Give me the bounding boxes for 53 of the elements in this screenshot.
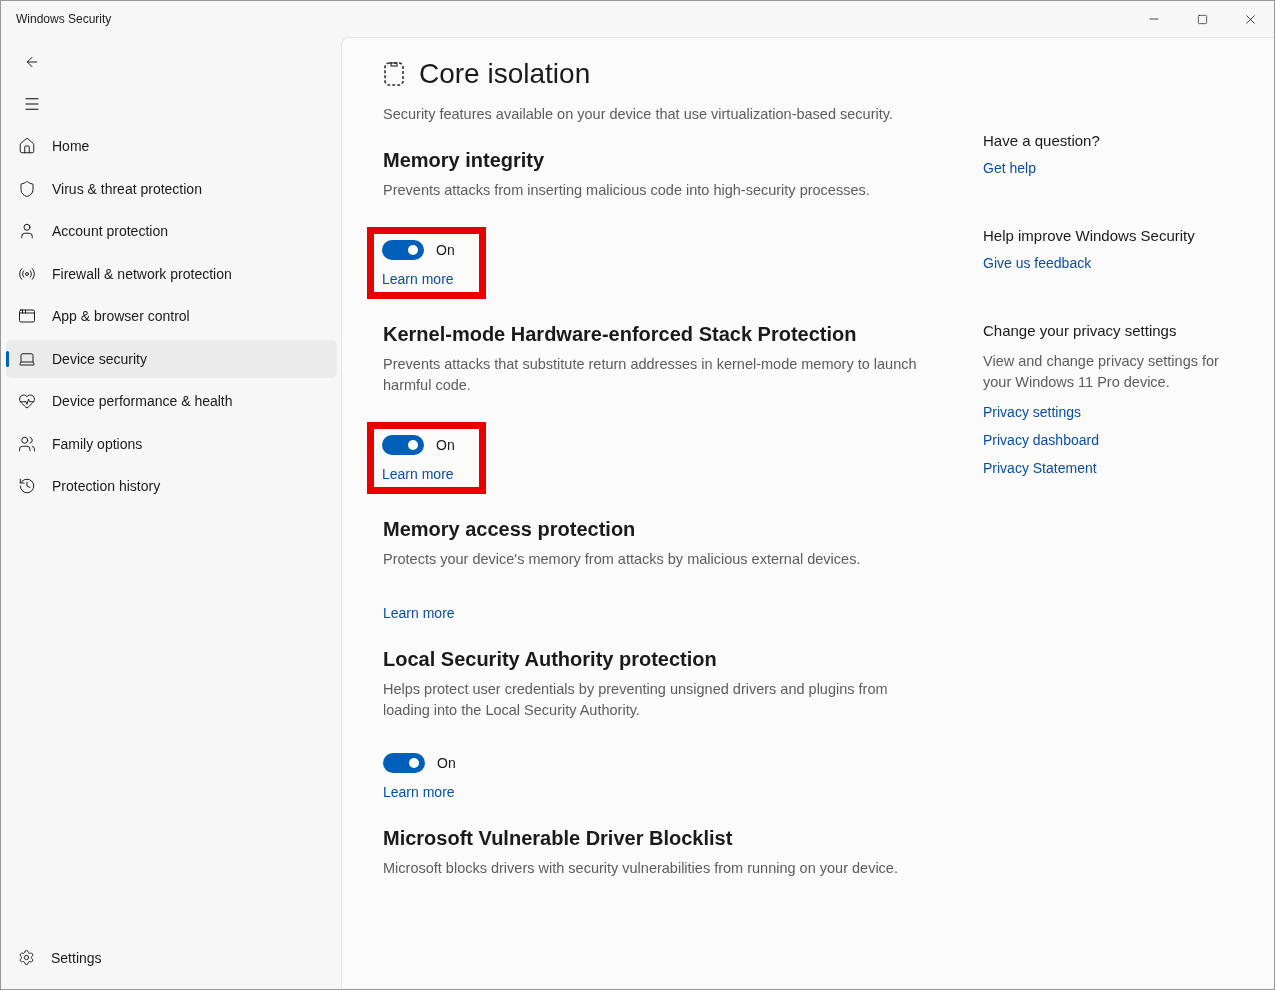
sidebar-item[interactable]: Account protection [6,212,337,250]
nav-icon [18,477,36,495]
aside-heading: Change your privacy settings [983,322,1178,339]
nav-icon [18,137,36,155]
aside-link[interactable]: Give us feedback [983,252,1243,274]
toggle-switch[interactable] [383,753,425,773]
toggle-state: On [436,437,455,453]
sidebar-item[interactable]: Device security [6,339,337,378]
toggle-switch[interactable] [382,240,424,260]
section-description: Helps protect user credentials by preventing unsigned drivers and plugins from loading into the Local Security Authority. [383,680,889,720]
sidebar-item[interactable]: App & browser control [6,297,337,335]
page-title: Core isolation [419,58,591,90]
aside-link[interactable]: Privacy Statement [983,457,1243,479]
section-description: Protects your device's memory from attacks by malicious external devices. [383,550,862,569]
learn-more-link[interactable]: Learn more [383,781,456,803]
window-title: Windows Security [16,12,112,26]
maximize-icon [1196,13,1208,25]
aside-heading: Have a question? [983,132,1101,149]
aside-text: View and change privacy settings for your Windows 11 Pro device. [983,352,1220,392]
nav-icon [18,179,36,198]
section-heading: Microsoft Vulnerable Driver Blocklist [383,827,734,850]
section-description: Microsoft blocks drivers with security vulnerabilities from running on your device. [383,859,899,878]
nav-icon [18,392,36,410]
toggle-state: On [436,242,455,258]
section-heading: Memory access protection [383,518,637,541]
page-description: Security features available on your device that use virtualization-based security. [383,105,894,124]
learn-more-link[interactable]: Learn more [383,602,455,624]
sidebar-item[interactable]: Family options [6,424,337,463]
nav-icon [18,222,36,240]
sidebar-item[interactable]: Protection history [6,467,337,505]
section-heading: Kernel-mode Hardware-enforced Stack Protection [383,323,858,346]
nav-icon [18,434,36,453]
sidebar-item[interactable]: Device performance & health [6,382,337,420]
menu-icon [23,95,41,113]
aside-link[interactable]: Privacy settings [983,401,1243,423]
dashed-chip-icon [383,61,405,87]
settings-item[interactable]: Settings [6,938,337,977]
section-heading: Local Security Authority protection [383,648,718,671]
learn-more-link[interactable]: Learn more [382,463,455,485]
sidebar-item[interactable]: Firewall & network protection [6,254,337,293]
section-description: Prevents attacks from inserting malicious code into high-security processes. [383,181,871,200]
sidebar-item[interactable]: Home [6,127,337,165]
settings-icon [18,949,35,966]
toggle-state: On [437,755,456,771]
sidebar-item[interactable]: Virus & threat protection [6,169,337,208]
aside-heading: Help improve Windows Security [983,227,1196,244]
aside-link[interactable]: Privacy dashboard [983,429,1243,451]
nav-icon [18,307,36,325]
toggle-switch[interactable] [382,435,424,455]
section-description: Prevents attacks that substitute return addresses in kernel-mode memory to launch harmful code. [383,355,918,395]
learn-more-link[interactable]: Learn more [382,268,455,290]
section-heading: Memory integrity [383,149,546,172]
aside-link[interactable]: Get help [983,157,1243,179]
